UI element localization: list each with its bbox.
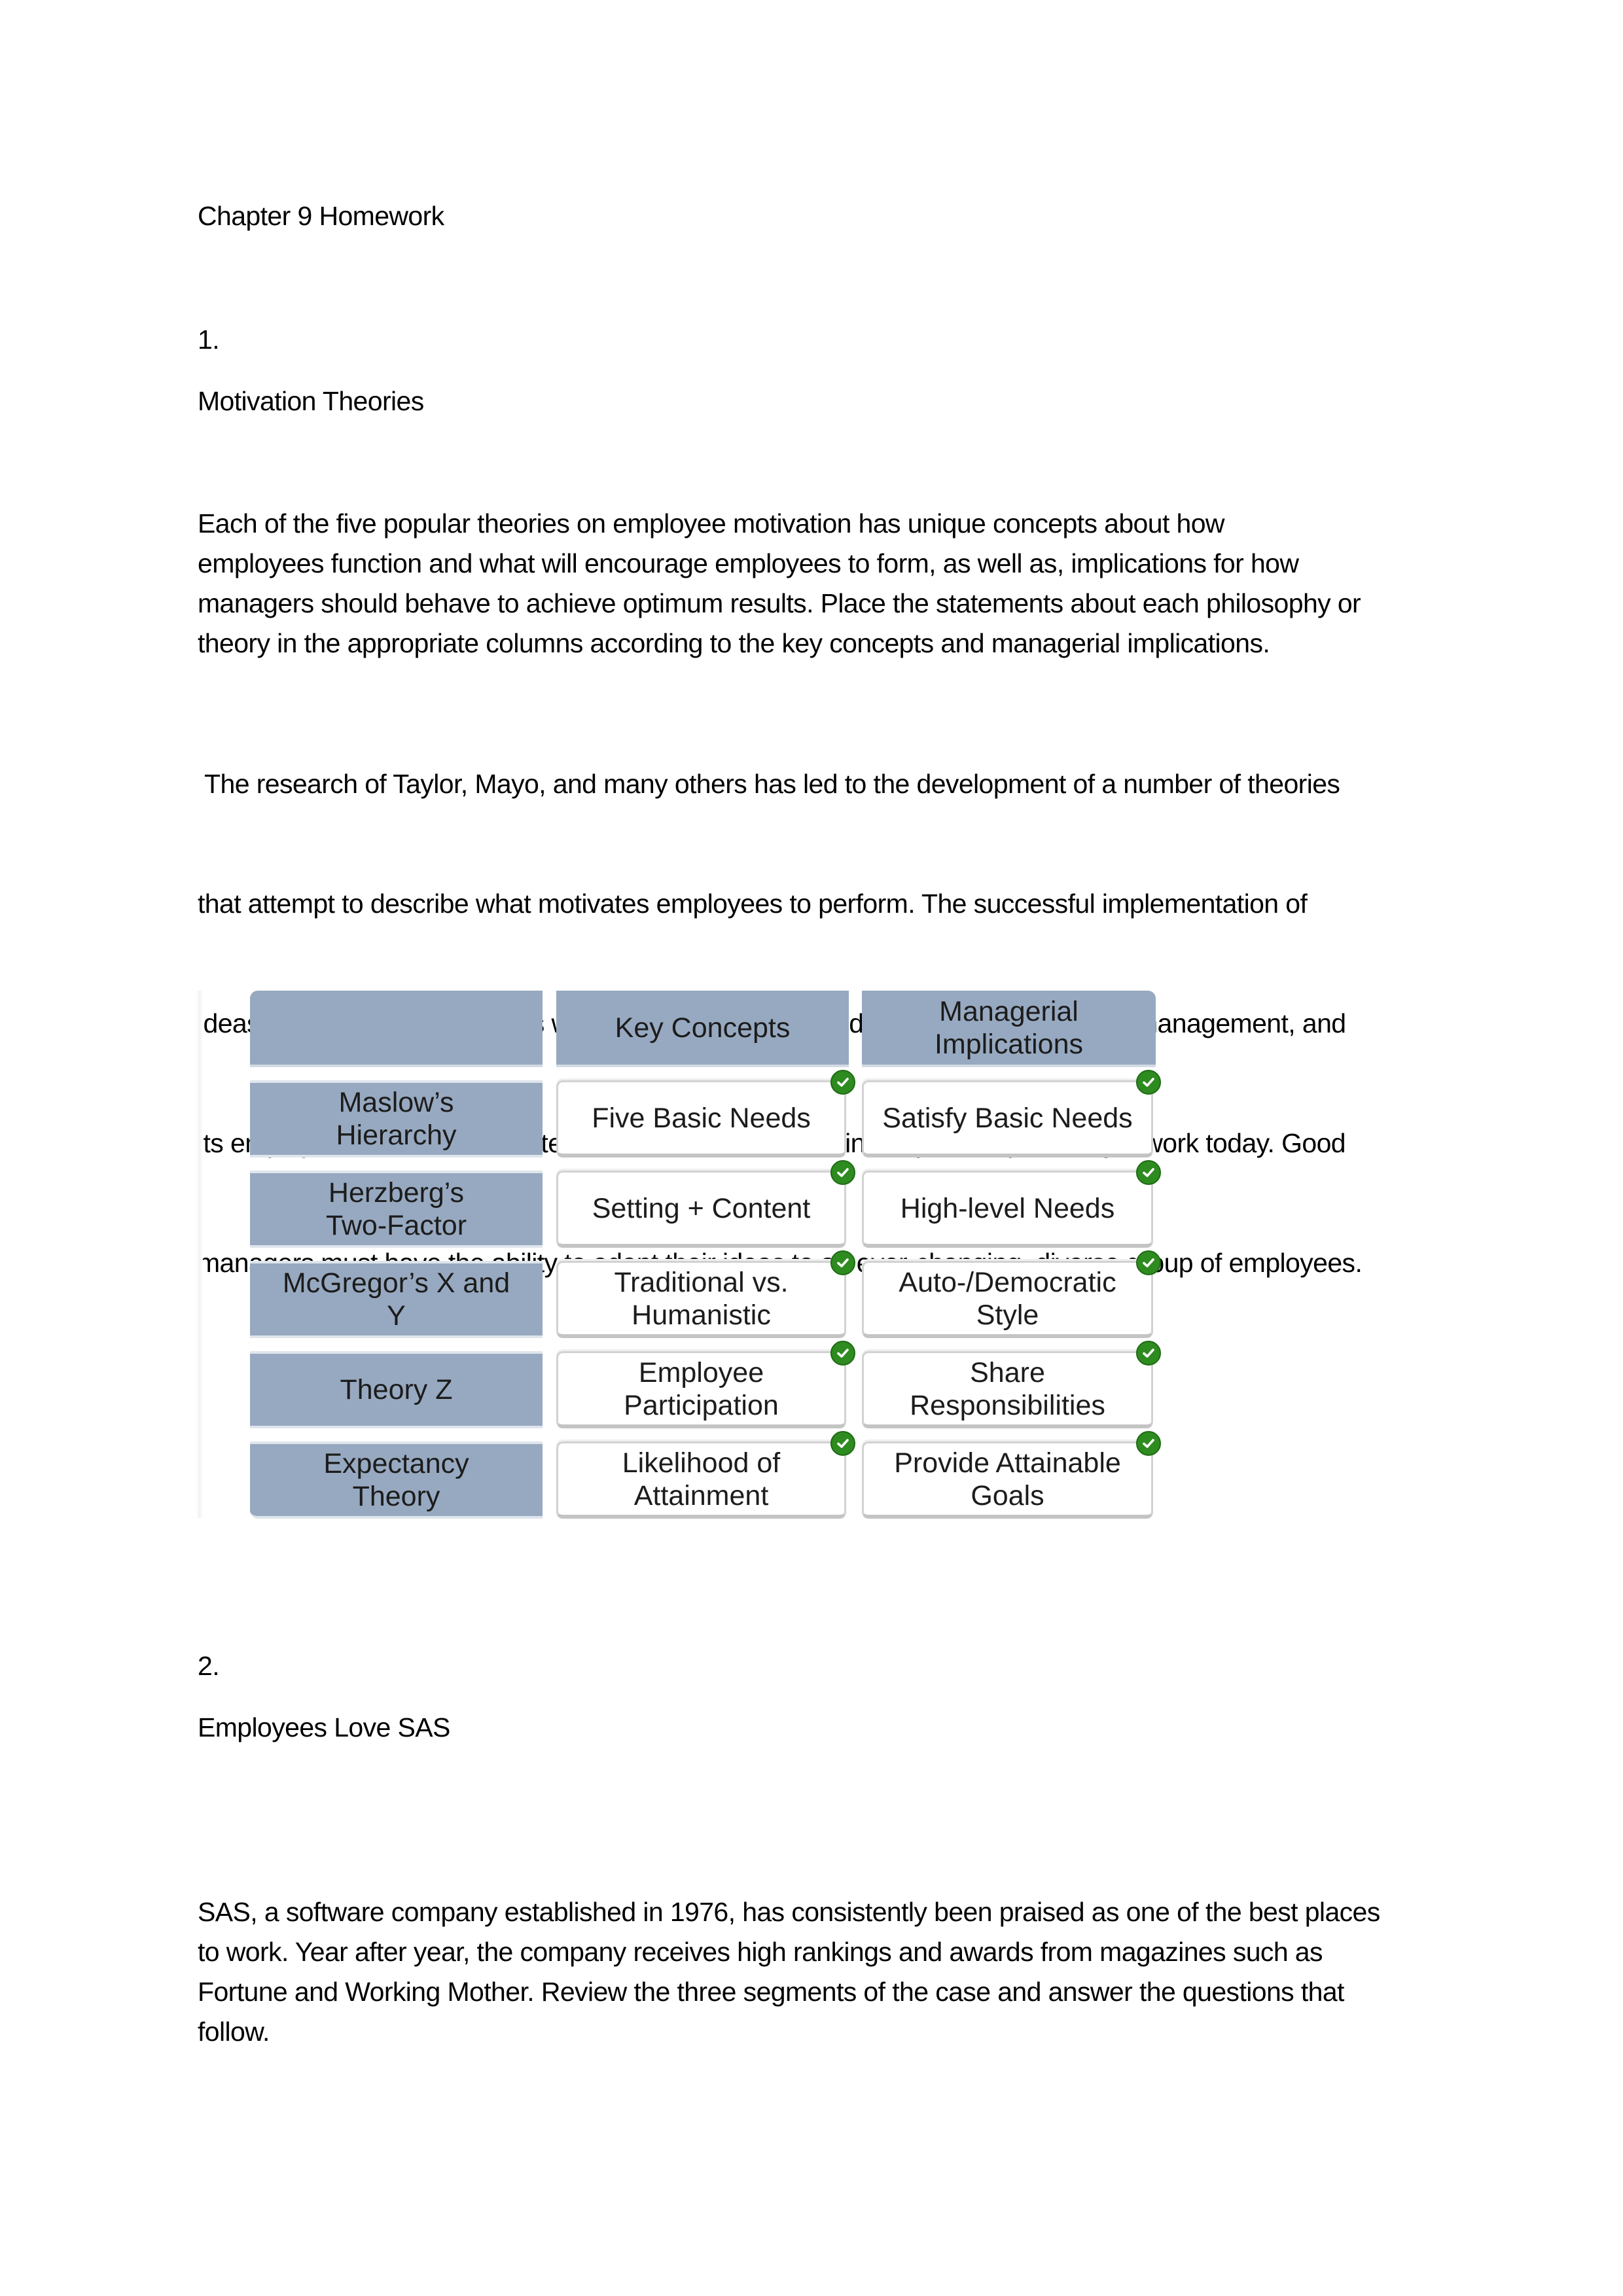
check-circle-icon bbox=[830, 1341, 855, 1366]
cell-text-line: Two-Factor bbox=[325, 1210, 467, 1241]
cell-text-line: Five Basic Needs bbox=[592, 1102, 811, 1134]
section-1-number: 1. bbox=[198, 325, 220, 355]
managerial-implication-answer[interactable]: Satisfy Basic Needs bbox=[862, 1080, 1153, 1157]
cell-text-line: Implications bbox=[934, 1028, 1084, 1060]
cell-text-line: Style bbox=[976, 1299, 1039, 1331]
cell-text-line: Theory bbox=[352, 1481, 440, 1512]
section-1-heading: Motivation Theories bbox=[198, 386, 424, 416]
cell-text-line: McGregor’s X and bbox=[282, 1267, 510, 1299]
paragraph-line: theory in the appropriate columns accord… bbox=[198, 628, 1270, 658]
cell-text-line: Theory Z bbox=[340, 1374, 453, 1405]
check-circle-icon bbox=[1136, 1431, 1161, 1456]
theory-row-label: Expectancy Theory bbox=[250, 1441, 543, 1519]
cell-text-line: Auto-/Democratic bbox=[899, 1266, 1116, 1298]
header-managerial-implications: Managerial Implications bbox=[862, 991, 1156, 1067]
check-circle-icon bbox=[1136, 1250, 1161, 1275]
cell-text-line: Attainment bbox=[633, 1479, 769, 1511]
theory-row-label: Maslow’s Hierarchy bbox=[250, 1080, 543, 1157]
check-circle-icon bbox=[830, 1070, 855, 1095]
document-title: Chapter 9 Homework bbox=[198, 201, 444, 231]
cell-text-line: Managerial bbox=[939, 995, 1079, 1027]
cell-text-line: Share bbox=[970, 1356, 1045, 1388]
check-circle-icon bbox=[830, 1250, 855, 1275]
key-concept-answer[interactable]: Setting + Content bbox=[556, 1171, 846, 1248]
header-cell-blank bbox=[250, 991, 543, 1067]
check-circle-icon bbox=[1136, 1160, 1161, 1185]
theory-row-label: Herzberg’s Two-Factor bbox=[250, 1171, 543, 1248]
key-concept-answer[interactable]: Employee Participation bbox=[556, 1351, 846, 1428]
theory-row-label: McGregor’s X and Y bbox=[250, 1261, 543, 1338]
paragraph-line: managers should behave to achieve optimu… bbox=[198, 588, 1361, 618]
key-concept-answer[interactable]: Likelihood of Attainment bbox=[556, 1441, 846, 1519]
check-circle-icon bbox=[830, 1431, 855, 1456]
check-circle-icon bbox=[830, 1160, 855, 1185]
motivation-theories-table: Key Concepts Managerial Implications Maslow… bbox=[250, 991, 1161, 1519]
cell-text-line: Humanistic bbox=[632, 1299, 771, 1331]
cell-text-line: Goals bbox=[971, 1479, 1044, 1511]
cell-text-line: Traditional vs. bbox=[614, 1266, 789, 1298]
managerial-implication-answer[interactable]: Share Responsibilities bbox=[862, 1351, 1153, 1428]
cell-text-line: Responsibilities bbox=[910, 1389, 1105, 1421]
managerial-implication-answer[interactable]: Auto-/Democratic Style bbox=[862, 1261, 1153, 1338]
paragraph-line: employees function and what will encoura… bbox=[198, 548, 1299, 578]
cell-text-line: Hierarchy bbox=[336, 1120, 457, 1151]
check-circle-icon bbox=[1136, 1341, 1161, 1366]
cell-text-line: Likelihood of bbox=[622, 1447, 781, 1479]
cell-text-line: Participation bbox=[624, 1389, 779, 1421]
paragraph-line: The research of Taylor, Mayo, and many o… bbox=[198, 769, 1340, 799]
paragraph-line: that attempt to describe what motivates … bbox=[198, 889, 1308, 919]
key-concept-answer[interactable]: Traditional vs. Humanistic bbox=[556, 1261, 846, 1338]
cell-text-line: Setting + Content bbox=[592, 1192, 811, 1224]
cell-text-line: Satisfy Basic Needs bbox=[882, 1102, 1133, 1134]
managerial-implication-answer[interactable]: Provide Attainable Goals bbox=[862, 1441, 1153, 1519]
cell-text-line: High-level Needs bbox=[900, 1192, 1115, 1224]
table-image-edge bbox=[196, 991, 203, 1518]
paragraph-line: Each of the five popular theories on emp… bbox=[198, 508, 1225, 539]
key-concept-answer[interactable]: Five Basic Needs bbox=[556, 1080, 846, 1157]
section-2-intro: SAS, a software company established in 1… bbox=[198, 1892, 1441, 2052]
section-2-heading: Employees Love SAS bbox=[198, 1712, 450, 1742]
cell-text-line: Employee bbox=[638, 1356, 764, 1388]
cell-text-line: Expectancy bbox=[323, 1448, 469, 1479]
paragraph-line: follow. bbox=[198, 2017, 270, 2047]
cell-text-line: Y bbox=[387, 1300, 406, 1332]
paragraph-line: Fortune and Working Mother. Review the t… bbox=[198, 1977, 1344, 2007]
paragraph-line: to work. Year after year, the company re… bbox=[198, 1937, 1323, 1967]
section-2-number: 2. bbox=[198, 1651, 220, 1681]
theory-row-label: Theory Z bbox=[250, 1351, 543, 1428]
cell-text-line: Maslow’s bbox=[338, 1087, 454, 1118]
cell-text-line: Provide Attainable bbox=[894, 1447, 1121, 1479]
section-1-instructions: Each of the five popular theories on emp… bbox=[198, 504, 1441, 663]
paragraph-line: SAS, a software company established in 1… bbox=[198, 1897, 1380, 1927]
cell-text-line: Herzberg’s bbox=[328, 1177, 465, 1209]
check-circle-icon bbox=[1136, 1070, 1161, 1095]
cell-text-line: Key Concepts bbox=[615, 1012, 791, 1044]
header-key-concepts: Key Concepts bbox=[556, 991, 849, 1067]
managerial-implication-answer[interactable]: High-level Needs bbox=[862, 1171, 1153, 1248]
